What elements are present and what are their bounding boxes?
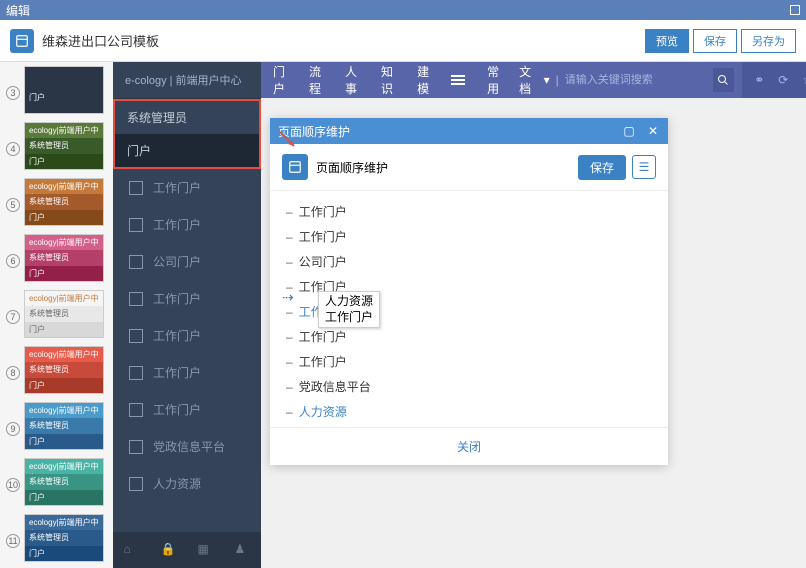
page-icon — [129, 440, 143, 454]
sidebar-nav-item[interactable]: 工作门户 — [113, 317, 261, 354]
thumbnail[interactable]: ecology|前端用户中心系统管理员门户 — [24, 290, 104, 338]
dialog-title: 页面顺序维护 — [278, 123, 350, 140]
page-list-item[interactable]: 人力资源 — [286, 399, 652, 424]
page-icon — [129, 255, 143, 269]
drag-indicator-icon: ⇢ — [282, 289, 294, 306]
page-list-item[interactable]: 党政信息平台 — [286, 374, 652, 399]
top-navigation: 门户流程人事知识建模 常用 文档 ▾ | ⚭ ⟳ ☆ ◷ ⏻ — [261, 62, 806, 98]
sidebar-footer: ⌂ 🔒 ▦ ♟ — [113, 532, 261, 568]
link-icon[interactable]: ⚭ — [754, 73, 768, 87]
nav-item-label: 人力资源 — [153, 475, 201, 492]
thumbnail[interactable]: ecology|前端用户中心系统管理员门户 — [24, 402, 104, 450]
topnav-item[interactable]: 知识 — [369, 62, 405, 98]
nav-item-label: 党政信息平台 — [153, 438, 225, 455]
nav-item-label: 工作门户 — [153, 290, 201, 307]
search-input[interactable] — [565, 74, 707, 86]
sidebar-nav-item[interactable]: 工作门户 — [113, 354, 261, 391]
page-icon — [129, 329, 143, 343]
dialog-close-icon[interactable]: ✕ — [646, 124, 660, 138]
thumbnail[interactable]: ecology|前端用户中心系统管理员门户 — [24, 346, 104, 394]
dialog-titlebar[interactable]: 页面顺序维护 ▢ ✕ — [270, 118, 668, 144]
sidebar-nav-item[interactable]: 工作门户 — [113, 169, 261, 206]
save-button[interactable]: 保存 — [693, 29, 737, 53]
page-list-item[interactable]: 公司门户 — [286, 249, 652, 274]
dialog-heading: 页面顺序维护 — [316, 159, 388, 176]
nav-item-label: 公司门户 — [153, 253, 201, 270]
nav-item-label: 工作门户 — [153, 364, 201, 381]
dialog-maximize-icon[interactable]: ▢ — [622, 124, 636, 138]
page-icon — [129, 477, 143, 491]
portal-sidebar: e-cology | 前端用户中心 系统管理员 门户 工作门户工作门户公司门户工… — [113, 62, 261, 568]
user-icon[interactable]: ♟ — [235, 542, 251, 558]
thumb-number: 8 — [6, 366, 20, 380]
thumb-number: 3 — [6, 86, 20, 100]
preview-button[interactable]: 预览 — [645, 29, 689, 53]
sidebar-portal[interactable]: 门户 — [113, 134, 261, 169]
thumbnail-panel: 3 门户 4 ecology|前端用户中心系统管理员门户 5 ecology|前端用户中心… — [0, 62, 113, 568]
thumbnail[interactable]: ecology|前端用户中心系统管理员门户 — [24, 178, 104, 226]
lock-icon[interactable]: 🔒 — [161, 542, 177, 558]
page-list-item[interactable]: 工作门户 — [286, 199, 652, 224]
thumb-number: 11 — [6, 534, 20, 548]
nav-item-label: 工作门户 — [153, 327, 201, 344]
sidebar-nav-item[interactable]: 党政信息平台 — [113, 428, 261, 465]
thumbnail[interactable]: 门户 — [24, 66, 104, 114]
sidebar-nav-item[interactable]: 公司门户 — [113, 243, 261, 280]
thumb-number: 5 — [6, 198, 20, 212]
list-view-button[interactable]: ☰ — [632, 155, 656, 179]
topnav-item[interactable]: 建模 — [405, 62, 441, 98]
nav-common[interactable]: 常用 — [475, 62, 511, 98]
sidebar-nav-item[interactable]: 工作门户 — [113, 206, 261, 243]
star-icon[interactable]: ☆ — [802, 73, 806, 87]
page-icon — [129, 366, 143, 380]
grid-icon[interactable]: ▦ — [198, 542, 214, 558]
thumb-number: 10 — [6, 478, 20, 492]
thumbnail[interactable]: ecology|前端用户中心系统管理员门户 — [24, 514, 104, 562]
dialog-header-icon — [282, 154, 308, 180]
chevron-down-icon[interactable]: ▾ — [544, 73, 550, 87]
refresh-icon[interactable]: ⟳ — [778, 73, 792, 87]
nav-item-label: 工作门户 — [153, 216, 201, 233]
thumbnail[interactable]: ecology|前端用户中心系统管理员门户 — [24, 122, 104, 170]
page-order-dialog: 页面顺序维护 ▢ ✕ 页面顺序维护 保存 ☰ 工作门户工作门户公司门户工作门户工… — [270, 118, 668, 465]
thumbnail[interactable]: ecology|前端用户中心系统管理员门户 — [24, 458, 104, 506]
topnav-item[interactable]: 门户 — [261, 62, 297, 98]
nav-item-label: 工作门户 — [153, 401, 201, 418]
search-button[interactable] — [713, 68, 735, 92]
app-header: 维森进出口公司模板 预览 保存 另存为 — [0, 20, 806, 62]
hamburger-icon[interactable] — [441, 73, 475, 87]
window-title: 编辑 — [6, 2, 30, 19]
maximize-icon[interactable] — [790, 5, 800, 15]
sidebar-admin[interactable]: 系统管理员 — [113, 99, 261, 134]
save-as-button[interactable]: 另存为 — [741, 29, 796, 53]
thumb-number: 6 — [6, 254, 20, 268]
sidebar-nav-item[interactable]: 人力资源 — [113, 465, 261, 502]
drag-ghost[interactable]: 人力资源 工作门户 — [318, 291, 380, 328]
dialog-close-button[interactable]: 关闭 — [270, 427, 668, 465]
nav-doc[interactable]: 文档 — [519, 63, 537, 97]
nav-item-label: 工作门户 — [153, 179, 201, 196]
app-logo-icon — [10, 29, 34, 53]
template-title: 维森进出口公司模板 — [42, 31, 159, 50]
sidebar-nav-item[interactable]: 工作门户 — [113, 391, 261, 428]
page-list-item[interactable]: 工作门户 — [286, 224, 652, 249]
topnav-item[interactable]: 人事 — [333, 62, 369, 98]
topnav-item[interactable]: 流程 — [297, 62, 333, 98]
window-titlebar: 编辑 — [0, 0, 806, 20]
thumb-number: 7 — [6, 310, 20, 324]
sidebar-nav-item[interactable]: 工作门户 — [113, 280, 261, 317]
page-icon — [129, 292, 143, 306]
home-icon[interactable]: ⌂ — [124, 542, 140, 558]
dialog-body: 工作门户工作门户公司门户工作门户工作门户工作门户工作门户党政信息平台人力资源 ⇢… — [270, 191, 668, 427]
page-list-item[interactable]: 工作门户 — [286, 349, 652, 374]
thumbnail[interactable]: ecology|前端用户中心系统管理员门户 — [24, 234, 104, 282]
thumb-number: 9 — [6, 422, 20, 436]
page-icon — [129, 403, 143, 417]
dialog-save-button[interactable]: 保存 — [578, 155, 626, 180]
page-icon — [129, 218, 143, 232]
thumb-number: 4 — [6, 142, 20, 156]
page-icon — [129, 181, 143, 195]
sidebar-header: e-cology | 前端用户中心 — [113, 62, 261, 99]
